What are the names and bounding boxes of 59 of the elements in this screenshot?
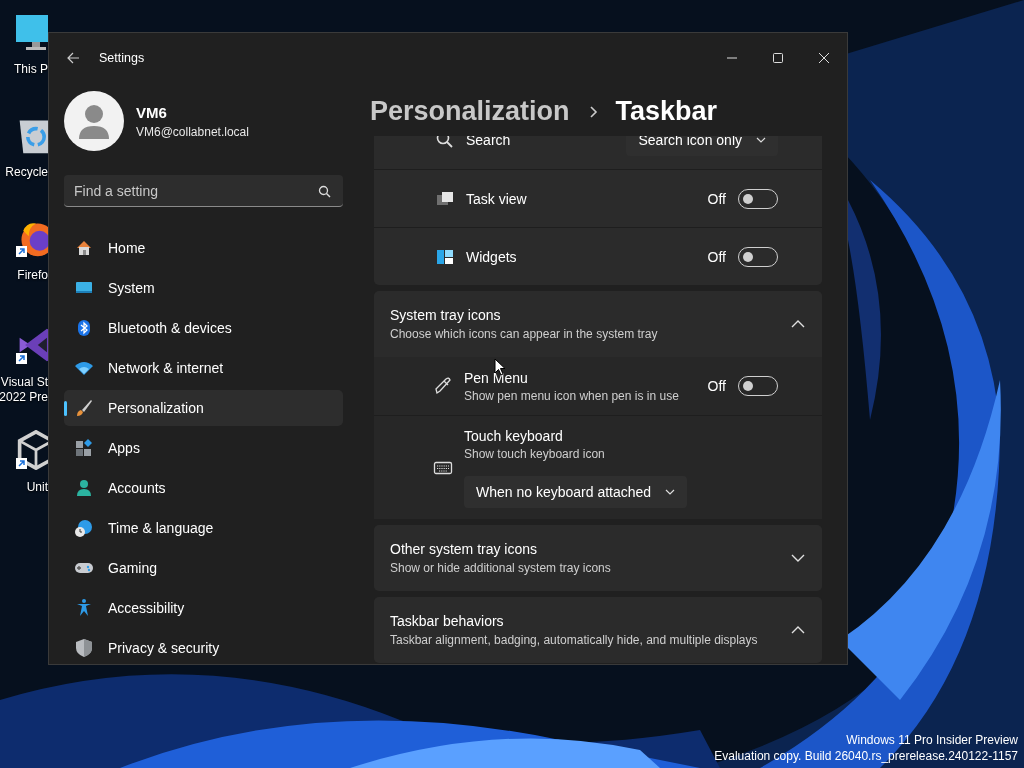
expander-card[interactable]: Other system tray icons Show or hide additional system tray icons (374, 525, 822, 591)
build-info-text: Evaluation copy. Build 26040.rs_prerelease.240122-1157 (714, 748, 1018, 764)
nav-item[interactable]: Gaming (64, 550, 343, 586)
close-icon (819, 53, 829, 63)
dropdown[interactable]: When no keyboard attached (464, 475, 688, 508)
toggle-state: Off (707, 378, 726, 394)
breadcrumb-link[interactable]: Personalization (370, 96, 570, 127)
build-info-text: Windows 11 Pro Insider Preview (845, 732, 1018, 748)
nav-item[interactable]: Privacy & security (64, 630, 343, 664)
chevron-down-icon (756, 136, 766, 145)
pen-icon (433, 376, 453, 396)
back-arrow-icon (66, 51, 80, 65)
brush-icon (74, 398, 94, 418)
desktop-icon-label[interactable]: Unit (26, 480, 48, 495)
expander-card[interactable]: System tray icons Choose which icons can appear in the system tray Pen Menu Show pen menu icon when pen is in use Off Touch keyboard Show touch keyboard icon When no keyboard attached (374, 291, 822, 519)
search-icon[interactable] (318, 185, 331, 198)
nav-item[interactable]: Apps (64, 430, 343, 466)
expander-subtitle: Taskbar alignment, badging, automatically hide, and multiple displays (390, 633, 759, 647)
expander-title: Taskbar behaviors (390, 613, 505, 629)
profile-name: VM6 (136, 103, 168, 121)
setting-label: Task view (466, 190, 528, 207)
nav-item[interactable]: Accessibility (64, 590, 343, 626)
nav-item[interactable]: Home (64, 230, 343, 266)
page-title: Taskbar (615, 96, 718, 127)
nav-item[interactable]: System (64, 270, 343, 306)
desktop-icon-label[interactable]: Recycle (5, 165, 48, 180)
toggle-state: Off (707, 190, 726, 207)
nav-item[interactable]: Personalization (64, 390, 343, 426)
desktop-icon-label[interactable]: Visual St (0, 375, 48, 390)
setting-label: Touch keyboard (464, 427, 564, 444)
nav-item[interactable]: Time & language (64, 510, 343, 546)
apps-icon (74, 438, 94, 458)
desktop-icon-label[interactable]: Firefo (17, 268, 48, 283)
shield-icon (74, 638, 94, 658)
expander-title: System tray icons (390, 307, 502, 323)
expander-card[interactable]: Taskbar behaviors Taskbar alignment, badging, automatically hide, and multiple displays (374, 597, 822, 663)
globe-clock-icon (74, 518, 94, 538)
window-title: Settings (99, 51, 146, 65)
search-field[interactable]: Find a setting (64, 175, 343, 207)
toggle-state: Off (707, 248, 726, 265)
desktop-icon-label[interactable]: 2022 Pre (0, 390, 48, 405)
setting-label: Pen Menu (464, 369, 529, 386)
setting-description: Show touch keyboard icon (464, 446, 606, 461)
expander-subtitle: Choose which icons can appear in the system tray (390, 327, 659, 341)
setting-label: Widgets (466, 248, 518, 265)
monitor-icon (14, 12, 48, 52)
nav-item[interactable]: Network & internet (64, 350, 343, 386)
setting-description: Show pen menu icon when pen is in use (464, 388, 680, 403)
person-icon (74, 478, 94, 498)
nav-item[interactable]: Bluetooth & devices (64, 310, 343, 346)
maximize-icon (773, 53, 783, 63)
expander-subtitle: Show or hide additional system tray icons (390, 561, 612, 575)
nav-item[interactable]: Accounts (64, 470, 343, 506)
expander-title: Other system tray icons (390, 541, 539, 557)
search-icon (435, 136, 455, 150)
chevron-right-icon (587, 104, 598, 119)
desktop-icon-label[interactable]: This P (14, 62, 48, 77)
avatar-icon[interactable] (64, 91, 124, 151)
profile-email: VM6@collabnet.local (136, 124, 249, 139)
